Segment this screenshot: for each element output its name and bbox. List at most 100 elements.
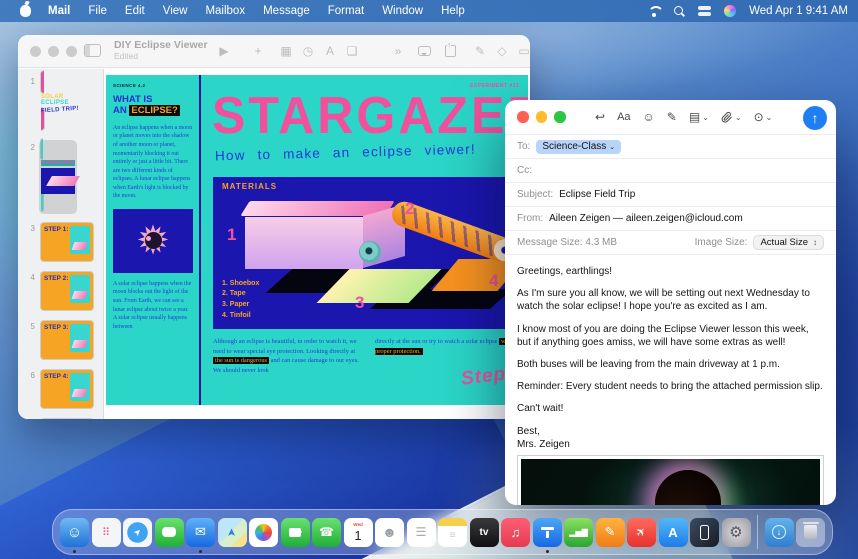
play-button[interactable]: ▶ <box>214 42 234 60</box>
slide-main-column: EXPERIMENT #11 STARGAZER How to make an … <box>203 75 528 405</box>
menu-view[interactable]: View <box>154 5 197 17</box>
attach-file-button[interactable]: ⌄ <box>721 111 742 123</box>
header-fields-button[interactable]: ▤⌄ <box>689 110 709 124</box>
materials-panel: MATERIALS 1 2 3 <box>213 177 521 329</box>
from-field[interactable]: From: Aileen Zeigen — aileen.zeigen@iclo… <box>505 206 836 230</box>
table-button[interactable]: ▦ <box>276 42 296 60</box>
zoom-button[interactable] <box>554 111 566 123</box>
image-size-select[interactable]: Actual Size↕ <box>753 235 824 250</box>
dock-reminders-icon[interactable]: ☰ <box>407 518 436 547</box>
share-button[interactable] <box>440 42 460 60</box>
menu-format[interactable]: Format <box>319 5 373 17</box>
body-paragraph: As I'm sure you all know, we will be set… <box>517 287 824 313</box>
menu-bar-clock[interactable]: Wed Apr 1 9:41 AM <box>749 5 848 17</box>
dock-keynote-icon[interactable] <box>533 518 562 547</box>
slide-thumbnail-1[interactable]: 1 SOLAR ECLIPSE FIELD TRIP! <box>18 74 103 133</box>
tape-illustration <box>359 241 381 263</box>
menu-mailbox[interactable]: Mailbox <box>196 5 254 17</box>
format-text-button[interactable]: Aa <box>617 111 630 123</box>
chart-button[interactable]: ◷ <box>298 42 318 60</box>
chevron-down-icon: ⌄ <box>766 113 773 122</box>
slide-thumbnail-5[interactable]: 5 STEP 3: <box>18 319 103 361</box>
attachment-photo-frame[interactable]: ✦ <box>517 455 824 505</box>
dock-app-store-icon[interactable]: A <box>659 518 688 547</box>
shape-button[interactable]: ❏ <box>342 42 362 60</box>
dock-finder-icon[interactable]: ☺ <box>60 518 89 547</box>
keynote-document-title: DIY Eclipse Viewer <box>114 39 208 51</box>
slide-number: 1 <box>18 74 35 86</box>
keynote-titlebar: DIY Eclipse Viewer Edited ▶ + ▦ ◷ A ❏ » … <box>18 35 530 68</box>
recipient-token[interactable]: Science-Class⌄ <box>536 140 621 154</box>
slide-thumbnail-4[interactable]: 4 STEP 2: <box>18 270 103 312</box>
dock-safari-icon[interactable]: ➤ <box>123 518 152 547</box>
dock-numbers-icon[interactable]: ▂▅▇ <box>564 518 593 547</box>
dock-pages-icon[interactable]: ✎ <box>596 518 625 547</box>
emoji-button[interactable]: ☺ <box>643 110 655 124</box>
paperclip-icon <box>721 111 733 123</box>
podium-icon <box>541 527 554 538</box>
dock-trash-icon[interactable] <box>796 518 825 547</box>
minimize-button[interactable] <box>536 111 548 123</box>
menu-help[interactable]: Help <box>432 5 474 17</box>
slide-thumbnail-6[interactable]: 6 STEP 4: <box>18 368 103 410</box>
close-button[interactable] <box>517 111 529 123</box>
more-toolbar-items-button[interactable]: » <box>388 42 408 60</box>
text-box-button[interactable]: A <box>320 42 340 60</box>
dock-maps-icon[interactable]: ➤ <box>218 518 247 547</box>
thumb-text: STEP 3: <box>44 324 70 359</box>
dock-launchpad-icon[interactable]: ⠿ <box>92 518 121 547</box>
body-paragraph: Can't wait! <box>517 402 824 415</box>
send-button[interactable]: ↑ <box>803 106 827 130</box>
slide-thumbnail-2-selected[interactable]: 2 STARGAZER <box>18 140 103 214</box>
download-arrow-icon: ↓ <box>772 525 786 539</box>
menu-mail[interactable]: Mail <box>39 5 79 17</box>
siri-icon[interactable] <box>724 5 736 17</box>
slide-left-column: SCIENCE 4.2 WHAT IS AN ECLIPSE? An eclip… <box>106 75 201 405</box>
slide-canvas: SCIENCE 4.2 WHAT IS AN ECLIPSE? An eclip… <box>104 69 530 419</box>
dock-facetime-icon[interactable] <box>281 518 310 547</box>
body-paragraph: I know most of you are doing the Eclipse… <box>517 323 824 349</box>
sidebar-toggle-icon[interactable] <box>84 44 101 57</box>
dock-notes-icon[interactable]: ≡ <box>438 518 467 547</box>
dock-iphone-mirroring-icon[interactable] <box>690 518 719 547</box>
dock-music-icon[interactable]: ♫ <box>501 518 530 547</box>
up-down-chevron-icon: ↕ <box>813 238 817 247</box>
undo-button[interactable]: ↩ <box>595 110 605 124</box>
search-icon[interactable] <box>674 6 685 17</box>
eclipse-paragraph-2: A solar eclipse happens when the moon bl… <box>113 280 192 331</box>
format-button[interactable]: ✎ <box>470 42 490 60</box>
dock-tv-icon[interactable]: tv <box>470 518 499 547</box>
dock-downloads-icon[interactable]: ↓ <box>765 518 794 547</box>
insert-photo-button[interactable]: ⊙⌄ <box>754 110 773 124</box>
message-body[interactable]: Greetings, earthlings! As I'm sure you a… <box>505 254 836 451</box>
slide-thumbnail-7[interactable]: 7 STEP 5: <box>18 417 103 419</box>
writing-tools-button[interactable]: ✎ <box>667 110 677 124</box>
menu-window[interactable]: Window <box>373 5 432 17</box>
mail-window-controls[interactable] <box>517 111 566 123</box>
menu-edit[interactable]: Edit <box>116 5 154 17</box>
dock-mail-icon[interactable]: ✉ <box>186 518 215 547</box>
menu-file[interactable]: File <box>79 5 116 17</box>
dock-phone-icon[interactable]: ☎ <box>312 518 341 547</box>
dock-photos-icon[interactable] <box>249 518 278 547</box>
dock-messages-icon[interactable] <box>155 518 184 547</box>
dock-calendar-icon[interactable]: Wed 1 <box>344 518 373 547</box>
apple-menu-icon[interactable] <box>20 5 31 17</box>
control-center-icon[interactable] <box>698 6 711 16</box>
keynote-window-controls[interactable] <box>30 46 77 57</box>
dock-contacts-icon[interactable]: ☻ <box>375 518 404 547</box>
stargazer-slide[interactable]: SCIENCE 4.2 WHAT IS AN ECLIPSE? An eclip… <box>106 75 528 405</box>
chevron-down-icon: ⌄ <box>702 113 709 122</box>
animate-button[interactable]: ◇ <box>492 42 512 60</box>
subject-field[interactable]: Subject: Eclipse Field Trip <box>505 182 836 206</box>
comment-button[interactable] <box>414 42 434 60</box>
insert-button[interactable]: + <box>248 42 268 60</box>
menu-message[interactable]: Message <box>254 5 319 17</box>
to-field[interactable]: To: Science-Class⌄ <box>505 134 836 158</box>
dock-rocket-app-icon[interactable]: ✈ <box>627 518 656 547</box>
document-button[interactable]: ▭ <box>514 42 530 60</box>
slide-thumbnail-3[interactable]: 3 STEP 1: <box>18 221 103 263</box>
wifi-icon[interactable] <box>647 6 661 17</box>
cc-field[interactable]: Cc: <box>505 158 836 182</box>
dock-system-settings-icon[interactable]: ⚙ <box>722 518 751 547</box>
